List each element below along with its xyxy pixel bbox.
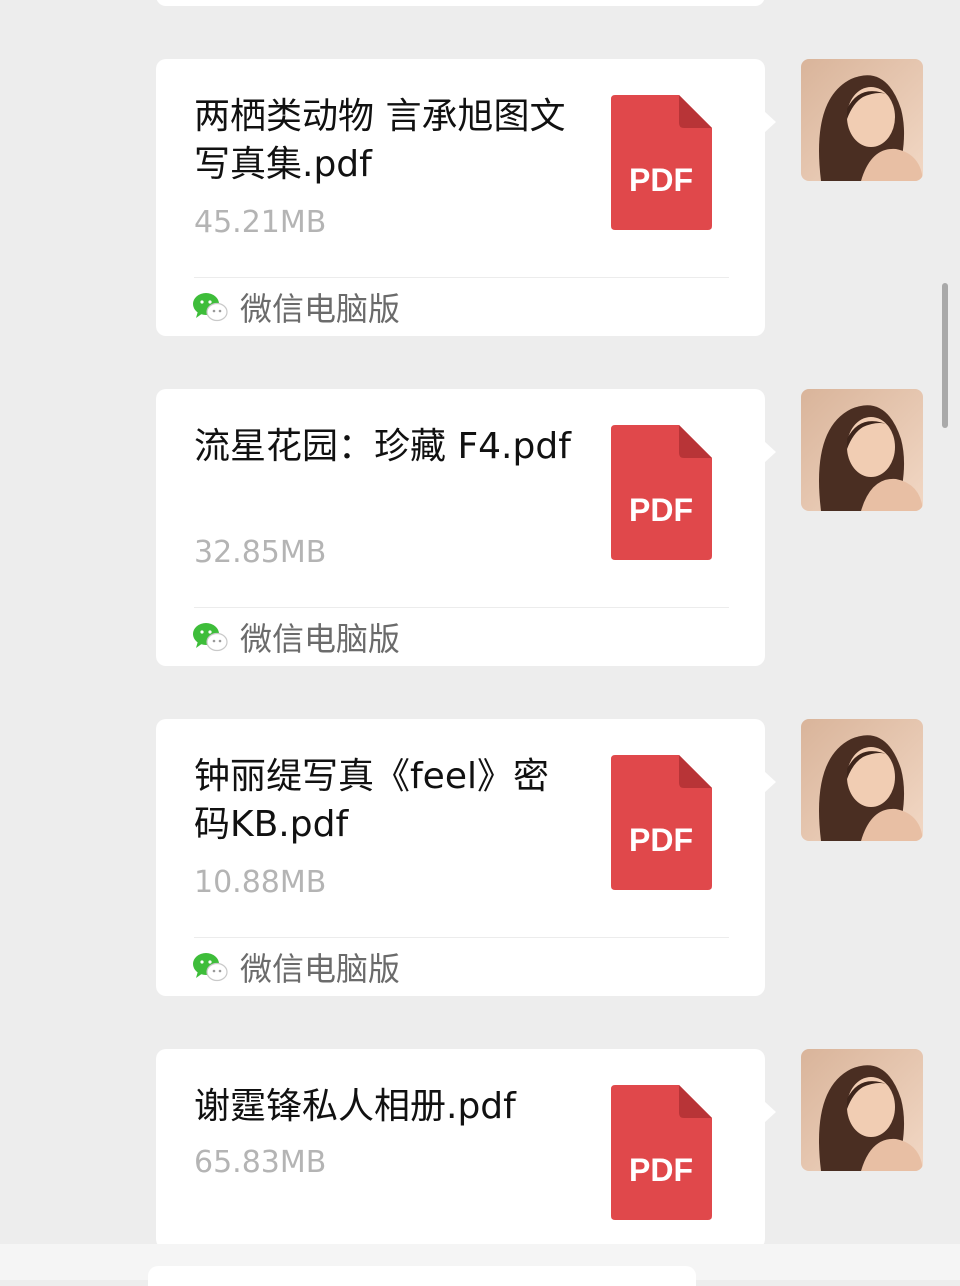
divider (194, 277, 729, 278)
file-size: 32.85MB (194, 535, 327, 570)
pdf-file-icon: PDF (611, 95, 712, 230)
source-row: 微信电脑版 (192, 287, 401, 328)
avatar[interactable] (801, 389, 923, 511)
pdf-file-icon: PDF (611, 1085, 712, 1220)
file-message-bubble[interactable]: 两栖类动物 言承旭图文写真集.pdf 45.21MB PDF 微信电脑版 (156, 59, 776, 336)
file-message-bubble[interactable]: 流星花园：珍藏 F4.pdf 32.85MB PDF 微信电脑版 (156, 389, 776, 666)
file-type-label: PDF (629, 1152, 693, 1188)
avatar[interactable] (801, 59, 923, 181)
file-type-label: PDF (629, 162, 693, 198)
source-row: 微信电脑版 (192, 617, 401, 658)
source-label: 微信电脑版 (240, 290, 401, 328)
file-message-bubble[interactable]: 钟丽缇写真《feel》密码KB.pdf 10.88MB PDF 微信电脑版 (156, 719, 776, 996)
pdf-file-icon: PDF (611, 755, 712, 890)
file-type-label: PDF (629, 822, 693, 858)
file-name: 谢霆锋私人相册.pdf (194, 1086, 516, 1127)
avatar[interactable] (801, 719, 923, 841)
message-bubble-partial[interactable] (156, 0, 765, 6)
file-size: 10.88MB (194, 865, 327, 900)
pdf-file-icon: PDF (611, 425, 712, 560)
avatar[interactable] (801, 1049, 923, 1171)
file-name: 流星花园：珍藏 F4.pdf (194, 426, 571, 467)
file-size: 45.21MB (194, 205, 327, 240)
divider (194, 607, 729, 608)
wechat-icon (193, 953, 228, 982)
wechat-icon (193, 623, 228, 652)
file-message-bubble[interactable]: 谢霆锋私人相册.pdf 65.83MB PDF (156, 1049, 776, 1249)
input-bar-partial[interactable] (148, 1266, 696, 1286)
file-name: 两栖类动物 言承旭图文写真集.pdf (194, 96, 566, 185)
file-type-label: PDF (629, 492, 693, 528)
source-label: 微信电脑版 (240, 620, 401, 658)
source-row: 微信电脑版 (192, 947, 401, 988)
scrollbar[interactable] (942, 283, 948, 428)
source-label: 微信电脑版 (240, 950, 401, 988)
divider (194, 937, 729, 938)
file-name: 钟丽缇写真《feel》密码KB.pdf (194, 756, 549, 845)
file-size: 65.83MB (194, 1145, 327, 1180)
wechat-icon (193, 293, 228, 322)
